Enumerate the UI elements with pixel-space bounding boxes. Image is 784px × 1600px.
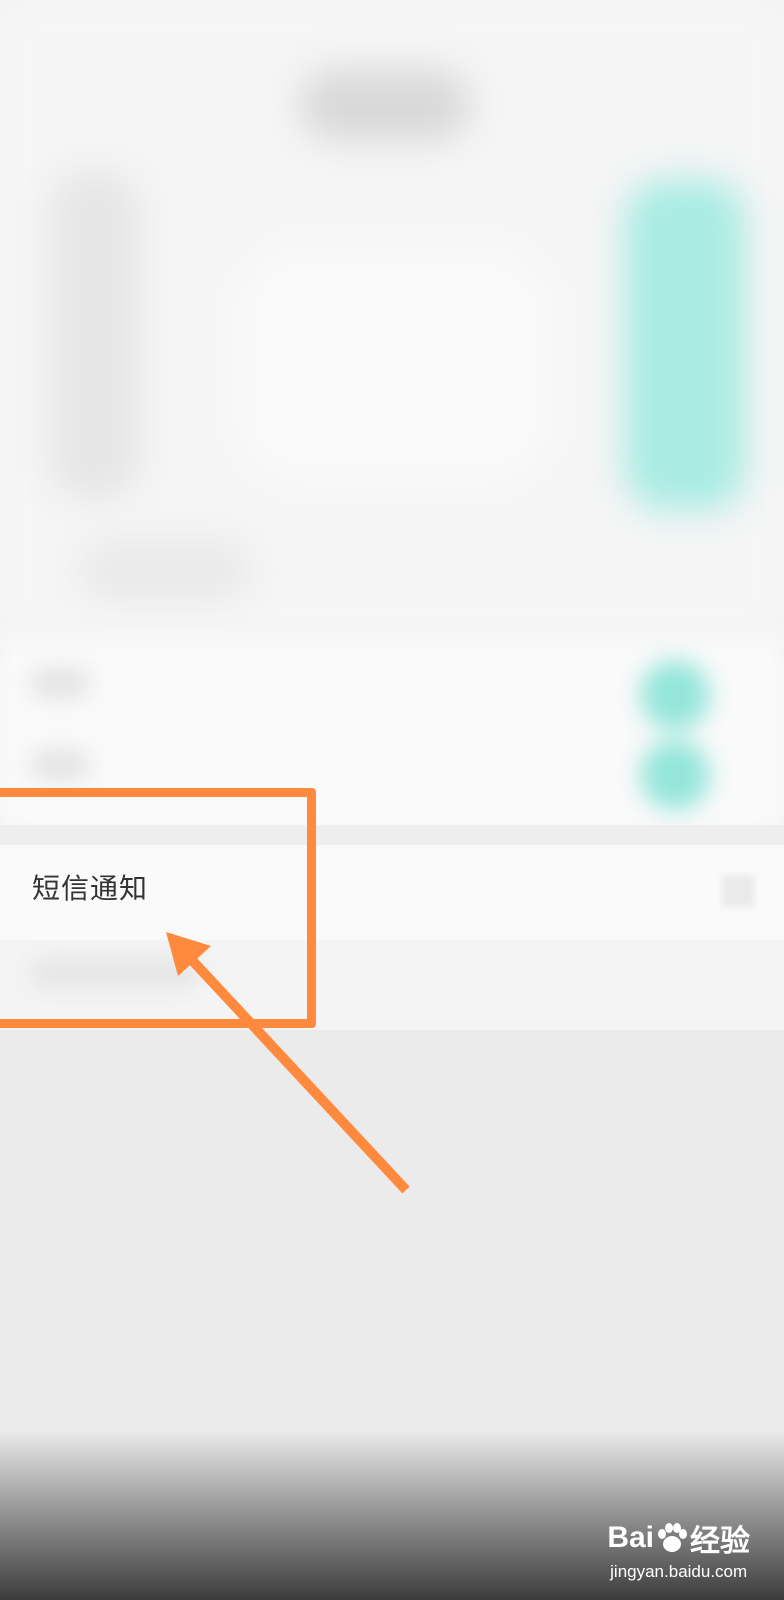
screen: 短信通知 Bai 经验 jingyan.baidu.com xyxy=(0,0,784,1600)
toggle-on-icon[interactable] xyxy=(640,660,710,730)
blurred-section-label xyxy=(80,540,250,600)
blurred-header-area xyxy=(0,0,784,640)
watermark: Bai 经验 jingyan.baidu.com xyxy=(607,1516,750,1582)
toggle-on-icon[interactable] xyxy=(640,740,710,810)
paw-icon xyxy=(658,1523,687,1552)
blurred-row-label xyxy=(30,750,90,780)
blurred-row-label xyxy=(30,668,90,698)
watermark-brand-left: Bai xyxy=(607,1521,654,1554)
blurred-left-panel xyxy=(50,170,140,500)
watermark-url: jingyan.baidu.com xyxy=(610,1562,748,1581)
blurred-title xyxy=(300,70,470,140)
blurred-teal-panel xyxy=(625,180,745,510)
chevron-right-icon xyxy=(722,875,754,907)
watermark-brand-right: 经验 xyxy=(690,1525,750,1558)
blurred-center-card xyxy=(230,240,560,490)
highlight-box xyxy=(0,788,316,1028)
